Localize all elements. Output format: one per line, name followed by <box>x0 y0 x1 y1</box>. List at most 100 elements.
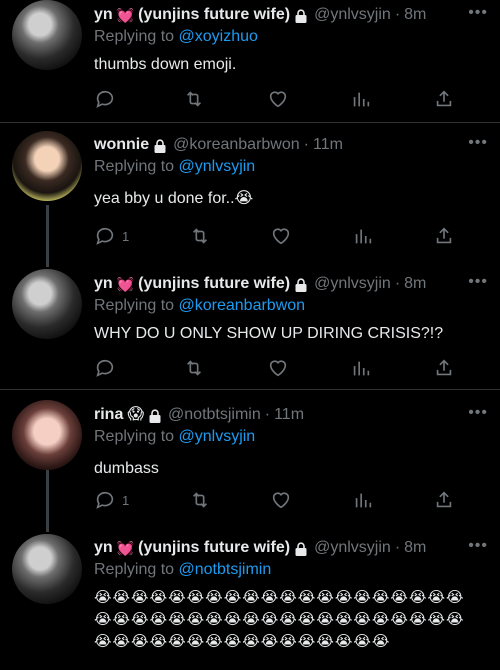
display-name-suffix[interactable]: (yunjins future wife) <box>138 4 290 26</box>
heart-icon: 💓 <box>116 276 135 292</box>
reply-mention-link[interactable]: @koreanbarbwon <box>179 297 306 314</box>
share-button[interactable] <box>433 225 455 247</box>
reply-button[interactable]: 1 <box>94 489 129 511</box>
tweet[interactable]: wonnie @koreanbarbwon · 11m Replying to … <box>0 126 500 266</box>
timestamp[interactable]: 8m <box>404 4 426 26</box>
share-icon <box>436 359 452 376</box>
reply-count: 1 <box>122 228 130 244</box>
like-icon <box>272 492 290 509</box>
scream-emoji: 😱 <box>127 406 145 423</box>
reply-context: Replying to @ynlvsyjin <box>94 426 488 448</box>
tweet-text: thumbs down emoji. <box>94 56 237 73</box>
handle[interactable]: @ynlvsyjin <box>314 4 391 26</box>
tweet[interactable]: rina 😱 @notbtsjimin · 11m Replying to @y… <box>0 394 500 532</box>
tweet-text: yea bby u done for..😭 <box>94 190 254 207</box>
emoji-line: 😭😭😭😭😭😭😭😭😭😭😭😭😭😭😭😭😭😭😭😭 <box>94 611 465 628</box>
reply-prefix: Replying to <box>94 561 175 578</box>
share-icon <box>436 227 452 244</box>
analytics-icon <box>353 361 369 376</box>
analytics-icon <box>355 493 371 508</box>
like-button[interactable] <box>270 225 292 247</box>
reply-count: 1 <box>122 492 130 508</box>
retweet-icon <box>192 492 207 508</box>
retweet-button[interactable] <box>183 88 205 110</box>
avatar[interactable] <box>12 534 82 604</box>
handle[interactable]: @notbtsjimin <box>168 404 261 426</box>
reply-prefix: Replying to <box>94 428 175 445</box>
heart-icon: 💓 <box>116 540 135 556</box>
avatar[interactable] <box>12 269 82 339</box>
separator: · <box>394 275 401 292</box>
display-name[interactable]: yn <box>94 4 113 26</box>
more-icon[interactable]: ••• <box>468 273 488 291</box>
share-icon <box>436 491 452 508</box>
heart-icon: 💓 <box>116 7 135 23</box>
analytics-button[interactable] <box>350 88 372 110</box>
lock-icon <box>153 138 167 153</box>
handle[interactable]: @ynlvsyjin <box>314 273 391 295</box>
display-name[interactable]: yn <box>94 537 113 559</box>
share-button[interactable] <box>433 357 455 379</box>
reply-button[interactable]: 1 <box>94 225 129 247</box>
separator: · <box>394 539 401 556</box>
reply-button[interactable] <box>94 357 122 379</box>
avatar[interactable] <box>12 400 82 470</box>
more-icon[interactable]: ••• <box>468 4 488 22</box>
divider <box>0 122 500 123</box>
tweet-text: WHY DO U ONLY SHOW UP DIRING CRISIS?!? <box>94 325 444 342</box>
timestamp[interactable]: 8m <box>404 537 426 559</box>
avatar[interactable] <box>12 0 82 70</box>
reply-mention-link[interactable]: @xoyizhuo <box>179 28 258 45</box>
display-name[interactable]: rina <box>94 404 123 426</box>
timestamp[interactable]: 11m <box>313 134 343 156</box>
display-name-suffix[interactable]: (yunjins future wife) <box>138 273 290 295</box>
timestamp[interactable]: 8m <box>404 273 426 295</box>
like-button[interactable] <box>270 489 292 511</box>
reply-icon <box>96 227 114 245</box>
separator: · <box>264 406 271 423</box>
more-icon[interactable]: ••• <box>468 537 488 555</box>
like-icon <box>269 360 286 377</box>
lock-icon <box>294 277 308 292</box>
like-button[interactable] <box>267 357 289 379</box>
more-icon[interactable]: ••• <box>468 134 488 152</box>
like-icon <box>269 91 286 108</box>
emoji-line: 😭😭😭😭😭😭😭😭😭😭😭😭😭😭😭😭😭😭😭😭 <box>94 589 465 606</box>
handle[interactable]: @koreanbarbwon <box>173 134 300 156</box>
share-button[interactable] <box>433 489 455 511</box>
analytics-icon <box>353 92 369 107</box>
retweet-button[interactable] <box>183 357 205 379</box>
tweet[interactable]: yn 💓 (yunjins future wife) @ynlvsyjin · … <box>0 532 500 670</box>
tweet[interactable]: yn 💓 (yunjins future wife) @ynlvsyjin · … <box>0 266 500 388</box>
divider <box>0 389 500 390</box>
analytics-button[interactable] <box>352 489 374 511</box>
avatar[interactable] <box>12 131 82 201</box>
timestamp[interactable]: 11m <box>274 404 304 426</box>
display-name-suffix[interactable]: (yunjins future wife) <box>138 537 290 559</box>
reply-context: Replying to @koreanbarbwon <box>94 295 488 317</box>
handle[interactable]: @ynlvsyjin <box>314 537 391 559</box>
share-icon <box>436 90 452 107</box>
lock-icon <box>148 408 162 423</box>
display-name[interactable]: yn <box>94 273 113 295</box>
like-button[interactable] <box>267 88 289 110</box>
reply-mention-link[interactable]: @ynlvsyjin <box>179 158 256 175</box>
reply-icon <box>96 359 114 377</box>
display-name[interactable]: wonnie <box>94 134 149 156</box>
tweet-text: 😭😭😭😭😭😭😭😭😭😭😭😭😭😭😭😭😭😭😭😭 😭😭😭😭😭😭😭😭😭😭😭😭😭😭😭😭😭😭😭… <box>94 587 488 653</box>
separator: · <box>394 6 401 23</box>
retweet-button[interactable] <box>189 489 211 511</box>
more-icon[interactable]: ••• <box>468 404 488 422</box>
analytics-button[interactable] <box>350 357 372 379</box>
reply-button[interactable] <box>94 88 122 110</box>
tweet[interactable]: yn 💓 (yunjins future wife) @ynlvsyjin · … <box>0 0 500 122</box>
retweet-icon <box>187 91 202 107</box>
analytics-button[interactable] <box>352 225 374 247</box>
separator: · <box>303 136 309 153</box>
reply-mention-link[interactable]: @notbtsjimin <box>179 561 272 578</box>
retweet-button[interactable] <box>189 225 211 247</box>
share-button[interactable] <box>433 88 455 110</box>
reply-context: Replying to @xoyizhuo <box>94 26 488 48</box>
reply-mention-link[interactable]: @ynlvsyjin <box>179 428 256 445</box>
retweet-icon <box>187 360 202 376</box>
